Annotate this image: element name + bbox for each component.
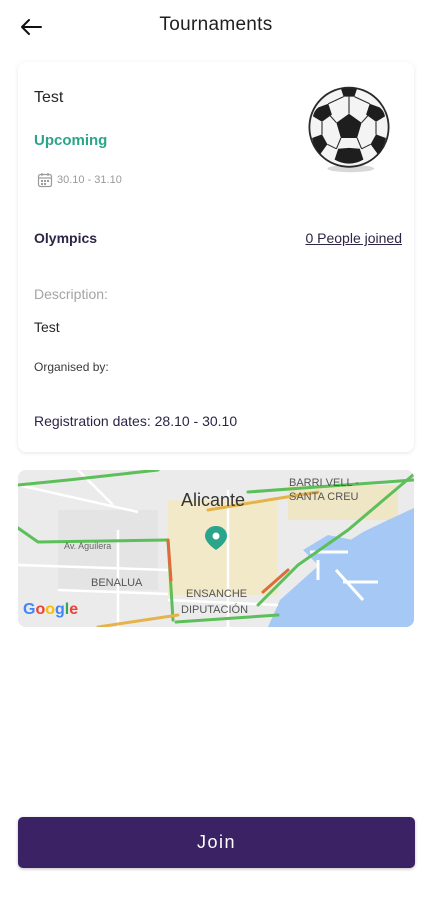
map-street-label: Av. Aguilera <box>64 541 111 551</box>
map-district-label: DIPUTACIÓN <box>181 603 248 616</box>
dates-text: 30.10 - 31.10 <box>57 174 122 186</box>
map-district-label: BARRI VELL - <box>289 477 359 489</box>
calendar-icon <box>37 173 53 188</box>
google-logo: Google <box>23 601 78 618</box>
soccer-ball-icon <box>308 86 390 173</box>
app-header: Tournaments <box>0 0 432 54</box>
tournament-dates: 30.10 - 31.10 <box>37 172 122 188</box>
map-district-label: SANTA CREU <box>289 491 359 503</box>
map-district-label: BENALUA <box>91 577 143 589</box>
location-map[interactable]: Alicante BARRI VELL - SANTA CREU BENALUA… <box>18 470 414 627</box>
description-text: Test <box>34 319 60 335</box>
people-joined-link[interactable]: 0 People joined <box>305 230 402 246</box>
join-button[interactable]: Join <box>18 817 415 868</box>
map-district-label: ENSANCHE <box>186 588 247 600</box>
description-label: Description: <box>34 286 108 302</box>
tournament-name: Test <box>34 89 64 106</box>
page-title: Tournaments <box>159 14 273 35</box>
organised-by-label: Organised by: <box>34 360 109 374</box>
map-city-label: Alicante <box>181 490 245 510</box>
status-badge: Upcoming <box>34 132 108 149</box>
sport-name: Olympics <box>34 230 98 246</box>
tournament-card: Test Upcoming 30.10 - 31.10 Olympics 0 P… <box>18 62 414 452</box>
registration-dates: Registration dates: 28.10 - 30.10 <box>34 413 238 429</box>
